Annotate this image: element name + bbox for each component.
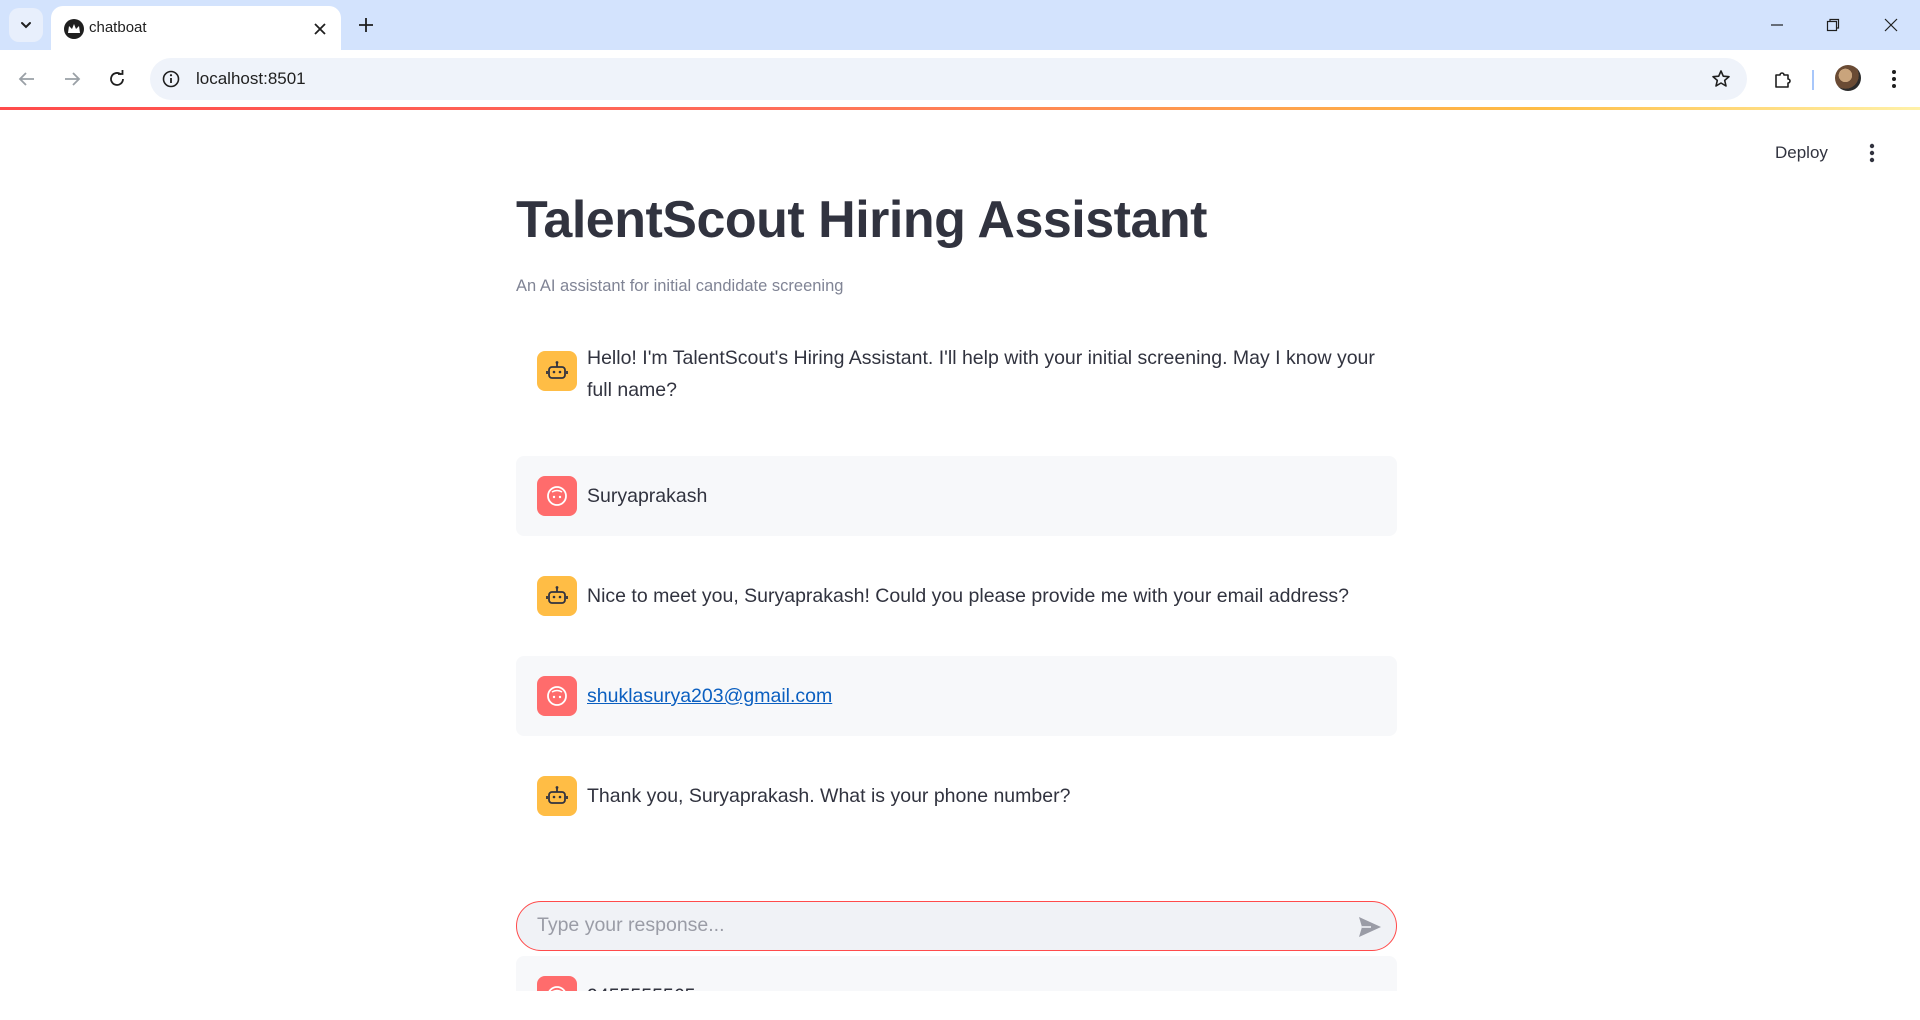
restore-button[interactable] <box>1818 11 1848 39</box>
browser-menu-button[interactable] <box>1879 64 1909 94</box>
close-window-button[interactable] <box>1876 11 1906 39</box>
app-main: Deploy TalentScout Hiring Assistant An A… <box>0 110 1920 1020</box>
profile-avatar[interactable] <box>1835 65 1861 91</box>
face-icon <box>537 676 577 716</box>
face-icon <box>537 476 577 516</box>
toolbar-divider <box>1812 70 1814 90</box>
message-text: Nice to meet you, Suryaprakash! Could yo… <box>587 585 1349 607</box>
chat-message-assistant: Thank you, Suryaprakash. What is your ph… <box>516 756 1397 836</box>
new-tab-button[interactable] <box>352 11 380 39</box>
address-bar[interactable]: localhost:8501 <box>150 58 1747 100</box>
favicon-icon <box>64 19 84 39</box>
back-button[interactable] <box>12 64 42 94</box>
chat-message-assistant: Nice to meet you, Suryaprakash! Could yo… <box>516 556 1397 636</box>
chat-message-list[interactable]: Hello! I'm TalentScout's Hiring Assistan… <box>516 330 1397 991</box>
tab-title: chatboat <box>89 19 147 36</box>
page-subtitle: An AI assistant for initial candidate sc… <box>516 277 844 295</box>
email-link[interactable]: shuklasurya203@gmail.com <box>587 685 832 707</box>
face-icon <box>537 976 577 991</box>
tab-close-button[interactable] <box>309 18 331 40</box>
message-text: Suryaprakash <box>587 485 708 507</box>
chevron-down-icon <box>21 22 31 29</box>
reload-icon <box>110 70 124 86</box>
deploy-button[interactable]: Deploy <box>1775 143 1828 163</box>
close-icon <box>1884 18 1898 32</box>
minimize-icon <box>1771 24 1783 26</box>
puzzle-icon <box>1775 72 1791 88</box>
extensions-button[interactable] <box>1768 64 1798 94</box>
robot-icon <box>537 776 577 816</box>
chat-input-field[interactable] <box>537 902 1337 949</box>
forward-button[interactable] <box>57 64 87 94</box>
url-text[interactable]: localhost:8501 <box>196 69 306 89</box>
arrow-right-icon <box>65 72 81 86</box>
send-icon <box>1359 917 1381 937</box>
kebab-menu-icon <box>1869 143 1875 163</box>
message-text: shuklasurya203@gmail.com <box>587 680 1387 712</box>
site-info-icon[interactable] <box>160 68 182 90</box>
robot-icon <box>537 576 577 616</box>
restore-icon <box>1826 18 1840 32</box>
chat-message-user: 9455555565 <box>516 956 1397 991</box>
arrow-left-icon <box>18 72 34 86</box>
message-text: Thank you, Suryaprakash. What is your ph… <box>587 785 1071 807</box>
chat-message-user: shuklasurya203@gmail.com <box>516 656 1397 736</box>
close-icon <box>314 23 326 35</box>
chat-input-box[interactable] <box>516 901 1397 951</box>
app-menu-button[interactable] <box>1860 141 1884 165</box>
message-text: Hello! I'm TalentScout's Hiring Assistan… <box>587 347 1375 401</box>
send-button[interactable] <box>1356 913 1384 941</box>
browser-tab-bar: chatboat <box>0 0 1920 50</box>
plus-icon <box>359 18 373 32</box>
minimize-button[interactable] <box>1762 11 1792 39</box>
kebab-menu-icon <box>1892 70 1896 88</box>
bookmark-star-icon[interactable] <box>1709 67 1733 91</box>
message-text: 9455555565 <box>587 980 1387 991</box>
robot-icon <box>537 351 577 391</box>
page-title: TalentScout Hiring Assistant <box>516 191 1207 249</box>
browser-toolbar: localhost:8501 <box>0 50 1920 108</box>
chat-message-assistant: Hello! I'm TalentScout's Hiring Assistan… <box>516 330 1397 442</box>
reload-button[interactable] <box>102 64 132 94</box>
browser-tab[interactable]: chatboat <box>51 6 341 50</box>
tab-search-dropdown[interactable] <box>9 8 43 42</box>
chat-message-user: Suryaprakash <box>516 456 1397 536</box>
